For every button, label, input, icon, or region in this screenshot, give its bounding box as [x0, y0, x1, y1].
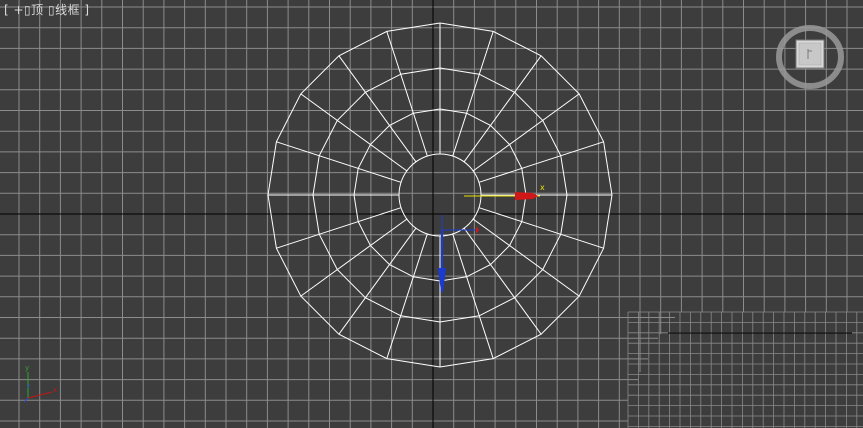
world-axis-x-line — [27, 391, 53, 399]
viewcube[interactable] — [775, 19, 845, 89]
gizmo-x-label: x — [540, 183, 545, 192]
tube-radial-edge — [452, 31, 494, 157]
viewport-label-menu[interactable]: [ +▯顶 ▯线框 ] — [4, 3, 90, 17]
gizmo-x-axis-tip[interactable] — [476, 226, 479, 234]
fragment-background — [628, 312, 863, 428]
overlapping-viewport-fragment — [627, 311, 863, 428]
tube-radial-edge — [478, 141, 604, 183]
tube-radial-edge — [472, 218, 580, 297]
tube-wireframe-object[interactable] — [267, 22, 613, 368]
tube-radial-edge — [300, 218, 408, 297]
tube-radial-edge — [472, 93, 580, 172]
top-viewport[interactable]: x [ +▯顶 ▯线框 ] y x z — [0, 0, 863, 428]
world-axis-z-label: z — [27, 383, 30, 390]
tube-radial-edge — [386, 31, 428, 157]
world-axis-x-label: x — [53, 386, 57, 394]
world-axis-y-label: y — [25, 364, 29, 372]
world-axis-z-line — [23, 397, 29, 403]
tube-radial-edge — [276, 141, 402, 183]
viewport-canvas[interactable]: x — [0, 0, 863, 428]
tube-ring-edge — [398, 153, 482, 237]
tube-radial-edge — [463, 227, 542, 335]
tube-radial-edge — [300, 93, 408, 172]
tube-radial-edge — [463, 55, 542, 163]
world-axis-tripod: y x z — [23, 364, 57, 403]
